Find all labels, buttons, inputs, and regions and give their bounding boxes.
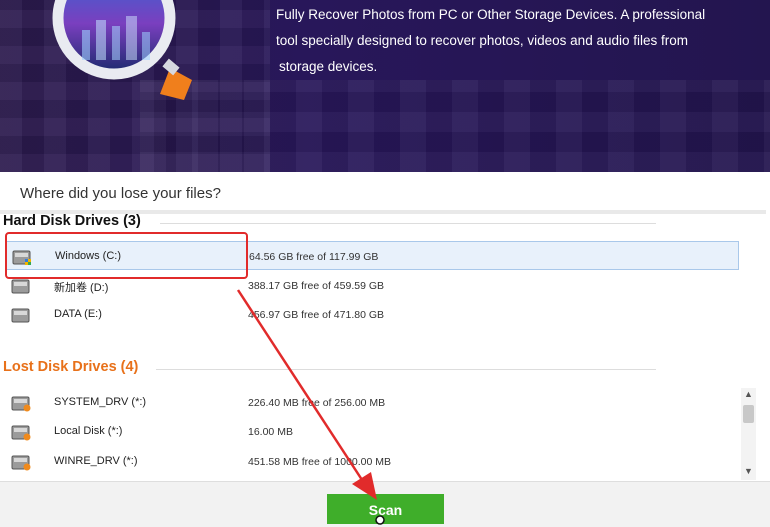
hard-drive-icon: [11, 396, 31, 412]
drive-row-winre-drv[interactable]: WINRE_DRV (*:) 451.58 MB free of 1000.00…: [5, 447, 739, 476]
drive-row-local-disk[interactable]: Local Disk (*:) 16.00 MB: [5, 417, 739, 446]
drive-space: 226.40 MB free of 256.00 MB: [248, 397, 386, 409]
scan-button[interactable]: Scan: [327, 494, 444, 524]
drive-space: 388.17 GB free of 459.59 GB: [248, 280, 385, 292]
location-question: Where did you lose your files?: [20, 185, 221, 202]
hard-drive-icon: [11, 425, 31, 441]
scroll-up-icon[interactable]: ▲: [744, 389, 753, 399]
drive-selection-panel: Where did you lose your files? Hard Disk…: [0, 172, 770, 527]
banner-photo-tiles-2: [140, 80, 770, 172]
banner-description-line: storage devices.: [279, 59, 378, 74]
drive-name: 新加卷 (D:): [54, 282, 109, 294]
section-divider: [156, 369, 656, 370]
drive-name: WINRE_DRV (*:): [54, 455, 138, 467]
drive-name: SYSTEM_DRV (*:): [54, 396, 147, 408]
hard-disk-section-title: Hard Disk Drives (3): [3, 213, 141, 229]
magnifier-icon: [52, 0, 192, 100]
scroll-thumb[interactable]: [743, 405, 754, 423]
banner-description-line: Fully Recover Photos from PC or Other St…: [276, 7, 706, 22]
annotation-highlight-box: [5, 232, 248, 279]
lost-disk-section-title: Lost Disk Drives (4): [3, 359, 139, 375]
drive-row-system-drv[interactable]: SYSTEM_DRV (*:) 226.40 MB free of 256.00…: [5, 388, 739, 417]
section-divider: [160, 223, 656, 224]
drive-space: 16.00 MB: [248, 426, 293, 438]
banner-description-line: tool specially designed to recover photo…: [276, 33, 688, 48]
drive-name: Local Disk (*:): [54, 425, 123, 437]
drive-space: 451.58 MB free of 1000.00 MB: [248, 456, 392, 468]
hard-drive-icon: [11, 279, 30, 294]
drive-space: 456.97 GB free of 471.80 GB: [248, 309, 385, 321]
banner-description: Fully Recover Photos from PC or Other St…: [276, 2, 756, 80]
scroll-down-icon[interactable]: ▼: [744, 466, 753, 476]
drive-row-e[interactable]: DATA (E:) 456.97 GB free of 471.80 GB: [5, 300, 739, 329]
hard-drive-icon: [11, 455, 31, 471]
product-banner: Fully Recover Photos from PC or Other St…: [0, 0, 770, 172]
drive-space: 64.56 GB free of 117.99 GB: [249, 251, 379, 263]
hard-drive-icon: [11, 308, 30, 323]
vertical-scrollbar[interactable]: ▲ ▼: [741, 388, 756, 480]
drive-name: DATA (E:): [54, 308, 102, 320]
